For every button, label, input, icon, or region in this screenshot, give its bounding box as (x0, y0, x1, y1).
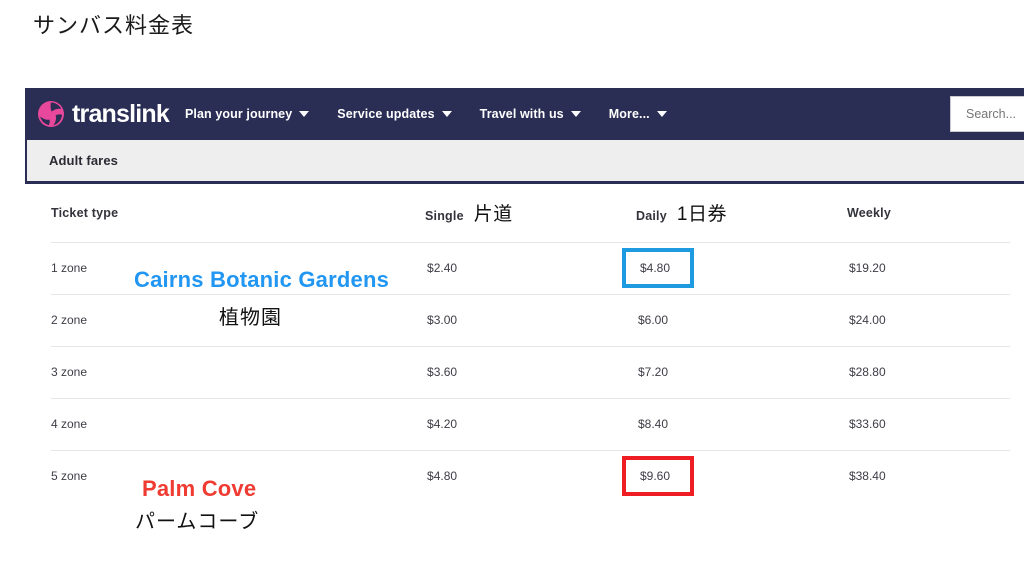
nav-item-plan-your-journey[interactable]: Plan your journey (185, 107, 310, 121)
cell-daily-fare: $7.20 (635, 345, 847, 398)
column-header-weekly: Weekly (847, 184, 1010, 242)
cell-single-fare: $2.40 (425, 241, 636, 294)
chevron-down-icon (570, 111, 581, 117)
column-header-single: Single 片道 (425, 184, 636, 242)
nav-item-label: Travel with us (479, 107, 564, 121)
nav-item-service-updates[interactable]: Service updates (337, 107, 452, 121)
nav-item-label: More... (608, 107, 650, 121)
search-box[interactable] (950, 96, 1024, 132)
table-header: Ticket type Single 片道 Daily 1日券 Weekly (51, 184, 1010, 242)
fare-value: $2.40 (427, 261, 458, 275)
cell-single-fare: $3.60 (425, 345, 636, 398)
cell-ticket-type: 1 zone (51, 241, 426, 294)
fare-value: $4.20 (427, 417, 458, 431)
fare-value: $28.80 (848, 365, 886, 379)
cell-weekly-fare: $33.60 (846, 397, 1010, 450)
table-header-row: Ticket type Single 片道 Daily 1日券 Weekly (51, 184, 1010, 242)
column-header-daily-jp-annotation: 1日券 (676, 204, 727, 226)
brand-logo[interactable]: translink (37, 99, 170, 128)
translink-website-screenshot: translink Plan your journey Service upda… (25, 88, 1024, 548)
fares-tabbar: Adult fares (25, 140, 1024, 184)
cell-daily-fare: $9.60 (621, 449, 847, 502)
navbar-menu: Plan your journey Service updates Travel… (185, 107, 695, 121)
table-body: 1 zone $2.40 $4.80 $19.20 2 zone $3.00 $… (51, 241, 1010, 502)
column-header-daily: Daily 1日券 (636, 184, 847, 242)
cell-daily-fare: $4.80 (621, 241, 847, 294)
brand-name: translink (72, 99, 170, 128)
adult-fares-table: Ticket type Single 片道 Daily 1日券 Weekly 1… (51, 184, 1010, 502)
fare-value: $8.40 (637, 417, 669, 431)
cell-weekly-fare: $24.00 (846, 293, 1010, 346)
table-row: 2 zone $3.00 $6.00 $24.00 (51, 293, 1010, 346)
nav-item-label: Plan your journey (185, 107, 293, 121)
nav-item-label: Service updates (337, 107, 435, 121)
column-header-single-jp-annotation: 片道 (473, 204, 513, 226)
fare-value-highlighted-blue: $4.80 (621, 248, 695, 288)
fares-table-container: Ticket type Single 片道 Daily 1日券 Weekly 1… (25, 184, 1024, 502)
cell-ticket-type: 4 zone (51, 397, 426, 450)
cell-daily-fare: $6.00 (635, 293, 847, 346)
fare-value: $6.00 (637, 313, 669, 327)
chevron-down-icon (299, 111, 310, 117)
fare-value: $4.80 (427, 469, 458, 484)
table-row: 3 zone $3.60 $7.20 $28.80 (51, 345, 1010, 398)
column-header-ticket-type: Ticket type (51, 184, 425, 242)
chevron-down-icon (441, 111, 452, 117)
fare-value: $38.40 (848, 469, 886, 484)
nav-item-travel-with-us[interactable]: Travel with us (480, 107, 581, 121)
table-row: 5 zone $4.80 $9.60 $38.40 (51, 449, 1010, 502)
chevron-down-icon (656, 111, 667, 117)
site-navbar: translink Plan your journey Service upda… (25, 88, 1024, 140)
fare-value-highlighted-red: $9.60 (621, 456, 695, 497)
column-header-label: Weekly (846, 205, 892, 220)
cell-daily-fare: $8.40 (635, 397, 847, 450)
column-header-label: Ticket type (51, 205, 119, 220)
fare-value: $19.20 (848, 261, 886, 275)
nav-item-more[interactable]: More... (609, 107, 667, 121)
column-header-label: Daily (635, 209, 667, 224)
cell-single-fare: $4.20 (425, 397, 636, 450)
search-input[interactable] (964, 106, 1024, 122)
table-row: 4 zone $4.20 $8.40 $33.60 (51, 397, 1010, 450)
translink-pinwheel-logo (37, 100, 65, 128)
table-row: 1 zone $2.40 $4.80 $19.20 (51, 241, 1010, 294)
fare-value: $24.00 (848, 313, 886, 327)
fare-value: $3.60 (427, 365, 458, 379)
column-header-label: Single (425, 209, 464, 224)
tab-adult-fares[interactable]: Adult fares (49, 153, 118, 168)
cell-ticket-type: 5 zone (51, 449, 426, 502)
cell-single-fare: $3.00 (425, 293, 636, 346)
cell-weekly-fare: $38.40 (846, 449, 1010, 502)
cell-weekly-fare: $28.80 (846, 345, 1010, 398)
cell-single-fare: $4.80 (425, 449, 636, 502)
fare-value: $33.60 (848, 417, 886, 431)
cell-ticket-type: 3 zone (51, 345, 426, 398)
page-title: サンバス料金表 (33, 13, 195, 38)
cell-weekly-fare: $19.20 (846, 241, 1010, 294)
fare-value: $3.00 (427, 313, 458, 327)
fare-value: $7.20 (637, 365, 669, 379)
cell-ticket-type: 2 zone (51, 293, 426, 346)
